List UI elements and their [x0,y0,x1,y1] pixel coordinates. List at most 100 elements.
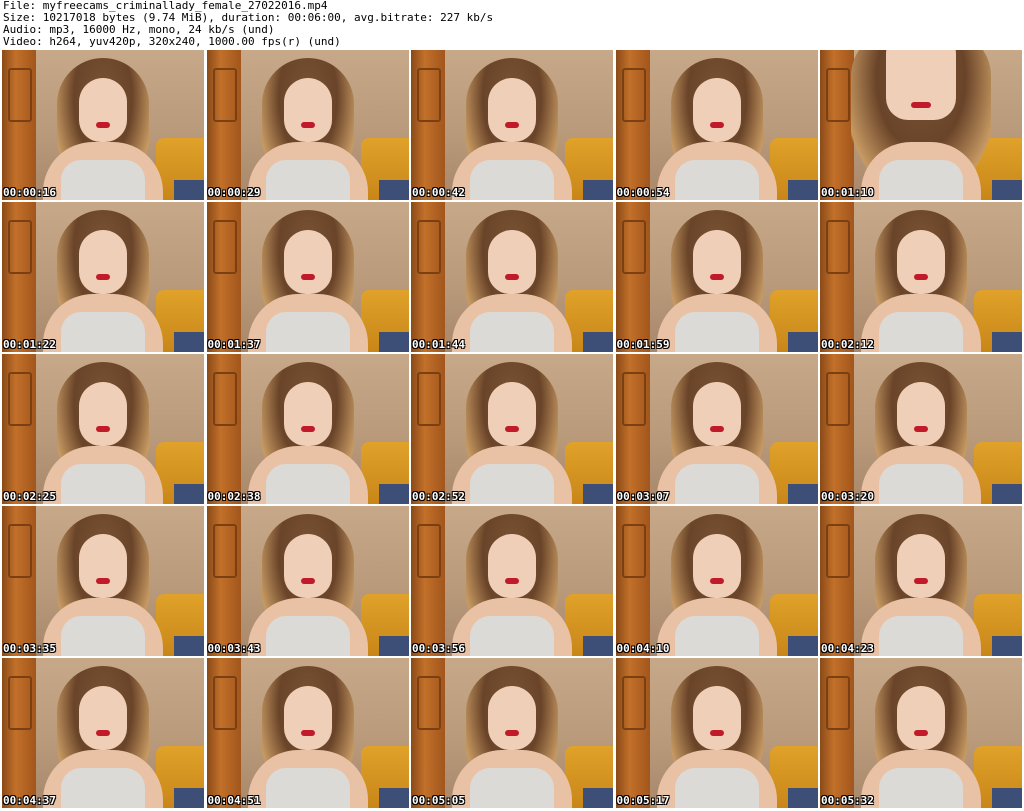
door-image [615,202,650,352]
thumbnail: 00:05:17 [615,658,818,808]
lips [96,578,110,584]
timestamp: 00:03:43 [207,642,261,655]
contact-sheet: File: myfreecams_criminallady_female_270… [0,0,1024,811]
face [283,78,332,142]
face [79,382,127,446]
door-image [820,50,854,200]
thumbnail: 00:03:20 [820,354,1022,504]
door-image [615,354,650,504]
timestamp: 00:05:32 [821,794,874,807]
timestamp: 00:03:35 [3,642,56,655]
door-image [820,658,854,808]
tank-top [61,616,145,656]
face [488,78,536,142]
lips [96,730,110,736]
lips [300,122,315,128]
door-image [411,506,445,656]
thumbnail: 00:00:42 [411,50,613,200]
couch-shadow [787,636,818,656]
timestamp: 00:02:52 [412,490,465,503]
tank-top [61,312,145,352]
couch-shadow [787,788,818,808]
door-image [2,506,36,656]
thumbnail: 00:04:23 [820,506,1022,656]
thumbnail: 00:04:51 [206,658,409,808]
door-image [206,202,241,352]
thumbnail: 00:02:25 [2,354,204,504]
couch-shadow [174,636,204,656]
tank-top [879,312,963,352]
face [488,382,536,446]
face [692,78,741,142]
couch-shadow [378,332,409,352]
face [488,686,536,750]
tank-top [470,464,554,504]
lips [96,274,110,280]
face [283,230,332,294]
thumbnail-grid: 00:00:16 00:00:29 00:00:42 00:00:54 00:0… [2,50,1022,808]
face [897,686,945,750]
face [283,686,332,750]
tank-top [879,160,963,200]
couch-shadow [583,332,613,352]
tank-top [674,160,759,200]
door-image [206,506,241,656]
tank-top [265,464,350,504]
door-image [206,658,241,808]
couch-shadow [992,788,1022,808]
door-image [2,202,36,352]
thumbnail: 00:00:29 [206,50,409,200]
timestamp: 00:02:25 [3,490,56,503]
face [79,78,127,142]
face [692,686,741,750]
timestamp: 00:03:56 [412,642,465,655]
couch-shadow [583,180,613,200]
door-image [411,658,445,808]
timestamp: 00:05:05 [412,794,465,807]
couch-shadow [174,332,204,352]
lips [914,730,928,736]
lips [96,122,110,128]
face [692,382,741,446]
tank-top [674,464,759,504]
timestamp: 00:01:59 [616,338,670,351]
tank-top [470,312,554,352]
thumbnail: 00:02:12 [820,202,1022,352]
face [488,534,536,598]
lips [300,274,315,280]
lips [709,730,724,736]
face [79,230,127,294]
face [79,686,127,750]
thumbnail: 00:03:07 [615,354,818,504]
face [283,382,332,446]
timestamp: 00:04:37 [3,794,56,807]
tank-top [61,160,145,200]
face [692,534,741,598]
door-image [2,50,36,200]
thumbnail: 00:00:54 [615,50,818,200]
timestamp: 00:04:51 [207,794,261,807]
timestamp: 00:00:16 [3,186,56,199]
lips [300,426,315,432]
video-line: Video: h264, yuv420p, 320x240, 1000.00 f… [3,35,341,48]
lips [505,122,519,128]
door-image [2,658,36,808]
face [897,230,945,294]
tank-top [470,768,554,808]
timestamp: 00:03:07 [616,490,670,503]
thumbnail: 00:05:05 [411,658,613,808]
couch-shadow [174,788,204,808]
couch-shadow [583,636,613,656]
couch-shadow [787,180,818,200]
lips [505,274,519,280]
couch-shadow [174,180,204,200]
face [488,230,536,294]
timestamp: 00:00:29 [207,186,261,199]
tank-top [674,768,759,808]
timestamp: 00:01:44 [412,338,465,351]
couch-shadow [992,484,1022,504]
couch-shadow [378,180,409,200]
timestamp: 00:00:42 [412,186,465,199]
couch-shadow [583,484,613,504]
timestamp: 00:02:38 [207,490,261,503]
